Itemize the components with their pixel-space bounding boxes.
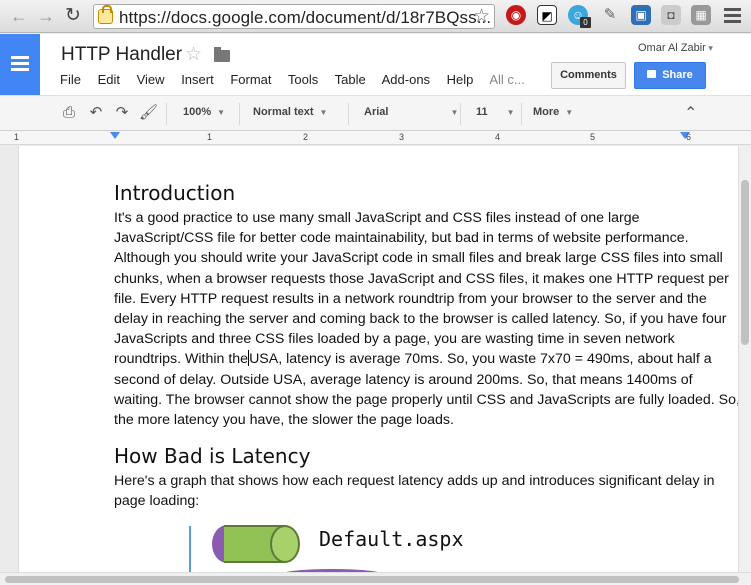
pen-extension-icon[interactable]: ✎ xyxy=(600,5,620,25)
style-select[interactable]: Normal text ▼ xyxy=(253,106,327,118)
style-value: Normal text xyxy=(253,106,314,118)
ruler[interactable]: 1 1 2 3 4 5 6 xyxy=(0,131,751,145)
url-text[interactable]: https://docs.google.com/document/d/18r7B… xyxy=(119,8,491,28)
undo-icon[interactable]: ↶ xyxy=(87,104,105,122)
star-icon[interactable]: ☆ xyxy=(185,43,202,66)
ruler-number: 2 xyxy=(303,132,309,142)
font-size-value: 11 xyxy=(476,106,488,118)
browser-toolbar: ← → ↻ https://docs.google.com/document/d… xyxy=(0,0,751,33)
docs-header: HTTP Handler ☆ File Edit View Insert For… xyxy=(0,34,751,95)
image-extension-icon[interactable]: ▦ xyxy=(691,5,711,25)
window-extension-icon[interactable]: ▣ xyxy=(631,5,651,25)
document-page[interactable]: Introduction It's a good practice to use… xyxy=(18,146,738,572)
text-before-caret: It's a good practice to use many small J… xyxy=(114,210,729,368)
ruler-number: 1 xyxy=(14,132,20,142)
lock-icon xyxy=(98,5,113,24)
horizontal-scrollbar[interactable] xyxy=(0,572,751,585)
address-bar[interactable]: https://docs.google.com/document/d/18r7B… xyxy=(93,4,495,29)
zoom-select[interactable]: 100% ▼ xyxy=(183,106,225,118)
heading-introduction[interactable]: Introduction xyxy=(114,181,235,205)
heading-how-bad-latency[interactable]: How Bad is Latency xyxy=(114,444,310,468)
menu-tools[interactable]: Tools xyxy=(288,72,318,87)
ruler-number: 1 xyxy=(207,132,213,142)
bookmark-star-icon[interactable]: ☆ xyxy=(473,5,490,28)
document-title[interactable]: HTTP Handler xyxy=(61,44,182,66)
lock-icon xyxy=(647,70,657,78)
menu-view[interactable]: View xyxy=(137,72,165,87)
chevron-down-icon: ▼ xyxy=(217,108,226,117)
vertical-scroll-thumb[interactable] xyxy=(741,180,749,345)
chevron-down-icon: ▼ xyxy=(319,108,328,117)
menu-bar: File Edit View Insert Format Tools Table… xyxy=(60,72,538,87)
diagram-label: Default.aspx xyxy=(319,527,464,551)
ruler-number: 6 xyxy=(686,132,692,142)
chevron-down-icon: ▼ xyxy=(450,108,459,117)
menu-help[interactable]: Help xyxy=(447,72,474,87)
menu-table[interactable]: Table xyxy=(335,72,366,87)
diagram-axis xyxy=(189,526,191,572)
print-icon[interactable]: ⎙ xyxy=(60,104,78,122)
more-button[interactable]: More ▼ xyxy=(533,106,573,118)
font-size-select[interactable]: 11 ▼ xyxy=(476,106,515,118)
zoom-value: 100% xyxy=(183,106,212,118)
browser-window: ← → ↻ https://docs.google.com/document/d… xyxy=(0,0,751,585)
menu-all-changes[interactable]: All c... xyxy=(489,72,524,87)
more-label: More xyxy=(533,106,560,118)
extension-icon[interactable]: ◩ xyxy=(537,5,557,25)
glasses-extension-icon[interactable]: ◘ xyxy=(661,5,681,25)
chevron-down-icon: ▼ xyxy=(565,108,574,117)
vertical-scrollbar[interactable] xyxy=(738,146,751,572)
menu-insert[interactable]: Insert xyxy=(181,72,214,87)
chevron-down-icon: ▼ xyxy=(506,108,515,117)
request-cylinder-icon xyxy=(212,525,302,563)
indent-marker[interactable] xyxy=(110,132,120,139)
ruler-number: 3 xyxy=(399,132,405,142)
paint-format-icon[interactable]: 🖌 xyxy=(139,104,158,122)
font-select[interactable]: Arial ▼ xyxy=(364,106,458,118)
paragraph-introduction[interactable]: It's a good practice to use many small J… xyxy=(114,208,738,430)
document-canvas[interactable]: Introduction It's a good practice to use… xyxy=(0,146,738,572)
menu-file[interactable]: File xyxy=(60,72,81,87)
collapse-toolbar-icon[interactable]: ⌃ xyxy=(684,103,697,123)
ruler-number: 4 xyxy=(495,132,501,142)
comments-button[interactable]: Comments xyxy=(551,62,626,89)
formatting-toolbar: ⎙ ↶ ↷ 🖌 100% ▼ Normal text ▼ Arial ▼ 11 ▼ Mo… xyxy=(0,95,751,131)
ruler-number: 5 xyxy=(590,132,596,142)
menu-format[interactable]: Format xyxy=(230,72,271,87)
folder-icon[interactable] xyxy=(214,47,230,62)
share-label: Share xyxy=(662,69,693,81)
menu-icon[interactable] xyxy=(724,8,741,23)
docs-logo-icon[interactable] xyxy=(0,34,40,95)
horizontal-scroll-thumb[interactable] xyxy=(5,576,739,583)
paragraph-latency[interactable]: Here's a graph that shows how each reque… xyxy=(114,471,738,511)
font-value: Arial xyxy=(364,106,389,118)
extension-badge: 0 xyxy=(580,17,591,28)
back-icon[interactable]: ← xyxy=(8,5,30,27)
menu-addons[interactable]: Add-ons xyxy=(382,72,430,87)
reload-icon[interactable]: ↻ xyxy=(62,5,84,27)
stop-extension-icon[interactable]: ◉ xyxy=(506,5,526,25)
share-button[interactable]: Share xyxy=(634,62,706,89)
menu-edit[interactable]: Edit xyxy=(98,72,120,87)
user-menu[interactable]: Omar Al Zabir xyxy=(638,42,713,54)
forward-icon[interactable]: → xyxy=(35,5,57,27)
redo-icon[interactable]: ↷ xyxy=(113,104,131,122)
